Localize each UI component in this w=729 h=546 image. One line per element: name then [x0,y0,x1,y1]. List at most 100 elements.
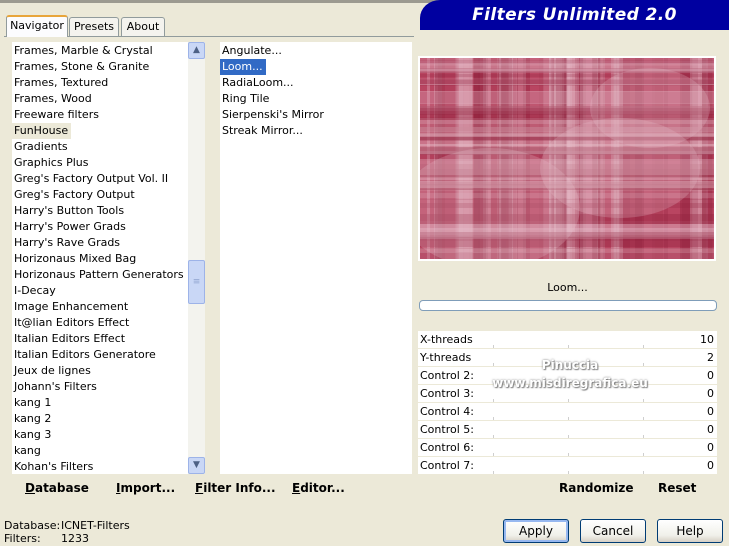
scroll-down-arrow-icon[interactable]: ▼ [188,457,205,474]
slider-tick [568,381,569,384]
category-item[interactable]: Harry's Rave Grads [12,235,123,251]
category-item[interactable]: Johann's Filters [12,379,100,395]
category-item[interactable]: Harry's Button Tools [12,203,127,219]
slider-tick [493,345,494,348]
randomize-button[interactable]: Randomize [559,476,633,501]
tab-navigator[interactable]: Navigator [6,15,68,37]
filter-item[interactable]: Angulate... [220,43,285,59]
filter-info-button[interactable]: Filter Info... [195,476,276,501]
control-value: 0 [707,387,714,400]
filter-item[interactable]: Sierpenski's Mirror [220,107,327,123]
control-label: X-threads [420,333,473,346]
slider-tick [643,345,644,348]
category-list[interactable]: Frames, Marble & Crystal Frames, Stone & … [12,42,188,474]
category-item[interactable]: Image Enhancement [12,299,131,315]
control-slider-row[interactable]: X-threads 10 [418,331,717,349]
slider-tick [493,399,494,402]
filters-count-label: Filters: [4,532,41,545]
slider-tick [493,471,494,474]
slider-tick [568,471,569,474]
control-value: 0 [707,405,714,418]
category-item[interactable]: Frames, Textured [12,75,111,91]
category-item[interactable]: kang 3 [12,427,54,443]
filter-item[interactable]: Ring Tile [220,91,272,107]
category-item[interactable]: Kohan's Filters [12,459,96,474]
slider-tick [493,417,494,420]
control-value: 0 [707,423,714,436]
slider-tick [493,363,494,366]
category-item[interactable]: I-Decay [12,283,59,299]
category-item[interactable]: kang 2 [12,411,54,427]
category-item[interactable]: Graphics Plus [12,155,91,171]
help-button[interactable]: Help [657,519,723,543]
slider-tick [568,453,569,456]
preview-filter-name: Loom... [418,276,717,300]
category-item[interactable]: kang 1 [12,395,54,411]
control-value: 0 [707,459,714,472]
import-button[interactable]: Import... [116,476,175,501]
control-label: Control 2: [420,369,474,382]
control-slider-row[interactable]: Control 6: 0 [418,439,717,457]
filter-item[interactable]: Loom... [220,59,266,75]
apply-button[interactable]: Apply [503,519,569,543]
control-slider-row[interactable]: Control 2: 0 [418,367,717,385]
database-button[interactable]: Database [25,476,89,501]
database-status-label: Database: [4,519,61,532]
slider-tick [643,471,644,474]
control-slider-row[interactable]: Control 5: 0 [418,421,717,439]
editor-button[interactable]: Editor... [292,476,345,501]
category-item[interactable]: kang [12,443,44,459]
category-item[interactable]: It@lian Editors Effect [12,315,132,331]
reset-button[interactable]: Reset [658,476,696,501]
database-status-value: ICNET-Filters [61,519,130,532]
control-label: Control 7: [420,459,474,472]
cancel-button[interactable]: Cancel [580,519,646,543]
slider-tick [643,363,644,366]
preview-image [420,58,714,259]
preview-frame [418,56,716,261]
control-slider-row[interactable]: Control 3: 0 [418,385,717,403]
filter-info-label: Filter Info... [195,481,276,495]
slider-tick [643,399,644,402]
scroll-thumb[interactable]: ≡ [188,260,205,304]
slider-tick [643,381,644,384]
category-item[interactable]: Jeux de lignes [12,363,94,379]
control-label: Control 3: [420,387,474,400]
navigator-toolbar: Database Import... Filter Info... Editor… [4,476,414,501]
category-item[interactable]: Italian Editors Effect [12,331,128,347]
filter-item[interactable]: RadiaLoom... [220,75,297,91]
editor-label: Editor... [292,481,345,495]
category-item[interactable]: Frames, Wood [12,91,95,107]
controls-toolbar: Randomize Reset [418,476,717,501]
tab-presets[interactable]: Presets [69,17,119,36]
control-slider-row[interactable]: Y-threads 2 [418,349,717,367]
slider-tick [568,435,569,438]
control-value: 0 [707,441,714,454]
control-value: 0 [707,369,714,382]
category-item[interactable]: Greg's Factory Output [12,187,138,203]
category-item[interactable]: Freeware filters [12,107,102,123]
slider-tick [568,417,569,420]
filter-item[interactable]: Streak Mirror... [220,123,306,139]
tab-about[interactable]: About [121,17,165,36]
slider-tick [643,453,644,456]
category-item[interactable]: Horizonaus Pattern Generators [12,267,187,283]
category-item[interactable]: Horizonaus Mixed Bag [12,251,139,267]
slider-tick [568,399,569,402]
control-slider-row[interactable]: Control 7: 0 [418,457,717,475]
category-item[interactable]: Italian Editors Generatore [12,347,159,363]
category-scrollbar[interactable]: ▲ ≡ ▼ [188,42,205,474]
brand-banner: Filters Unlimited 2.0 [420,0,729,30]
control-label: Control 4: [420,405,474,418]
category-item[interactable]: FunHouse [12,123,72,139]
control-slider-row[interactable]: Control 4: 0 [418,403,717,421]
scroll-up-arrow-icon[interactable]: ▲ [188,42,205,59]
filter-list[interactable]: Angulate... Loom... RadiaLoom... Ring Tile S… [220,42,412,474]
category-item[interactable]: Harry's Power Grads [12,219,129,235]
category-item[interactable]: Frames, Stone & Granite [12,59,152,75]
database-label: Database [25,481,89,495]
category-item[interactable]: Gradients [12,139,71,155]
category-item[interactable]: Greg's Factory Output Vol. II [12,171,171,187]
slider-tick [493,453,494,456]
category-item[interactable]: Frames, Marble & Crystal [12,43,156,59]
